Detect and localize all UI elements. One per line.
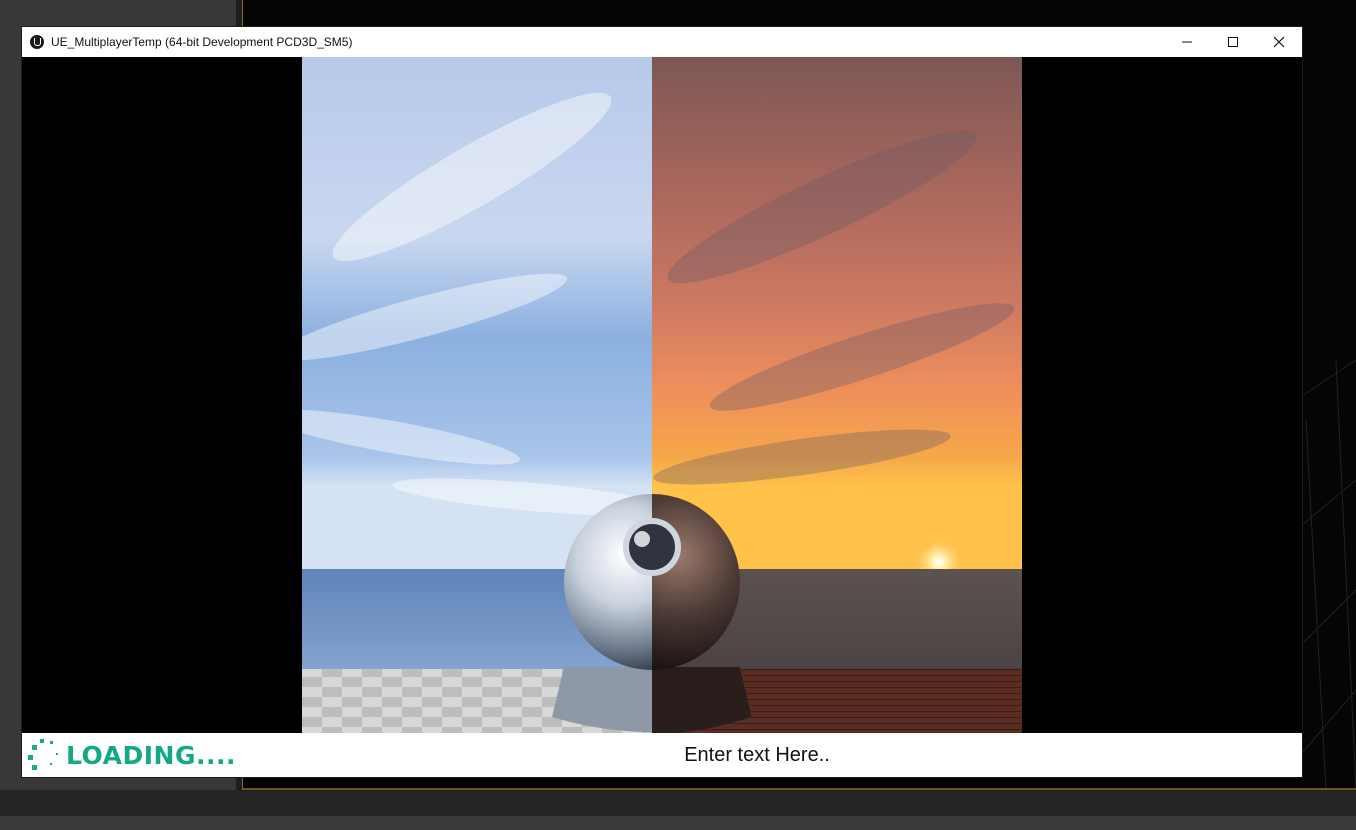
scene-render bbox=[302, 57, 1022, 733]
text-input[interactable] bbox=[482, 733, 1032, 777]
maximize-icon bbox=[1228, 37, 1238, 47]
window-controls bbox=[1164, 27, 1302, 57]
window-title: UE_MultiplayerTemp (64-bit Development P… bbox=[51, 35, 353, 49]
loading-indicator: LOADING.... bbox=[22, 733, 236, 777]
unreal-engine-logo-icon bbox=[30, 35, 44, 49]
maximize-button[interactable] bbox=[1210, 27, 1256, 57]
loading-label: LOADING.... bbox=[66, 740, 236, 770]
window-titlebar[interactable]: UE_MultiplayerTemp (64-bit Development P… bbox=[22, 27, 1302, 57]
editor-bottom-bar bbox=[0, 790, 1356, 816]
close-icon bbox=[1273, 36, 1285, 48]
game-viewport[interactable] bbox=[22, 57, 1302, 733]
close-button[interactable] bbox=[1256, 27, 1302, 57]
game-window[interactable]: UE_MultiplayerTemp (64-bit Development P… bbox=[22, 27, 1302, 777]
viewport-grid bbox=[1296, 360, 1356, 790]
minimize-icon bbox=[1182, 41, 1192, 43]
chrome-sphere bbox=[552, 494, 752, 733]
hud-bar: LOADING.... bbox=[22, 733, 1302, 777]
editor-status-bar bbox=[0, 816, 1356, 830]
loading-spinner-icon bbox=[24, 735, 64, 775]
sky-comparison-render bbox=[302, 57, 1022, 733]
minimize-button[interactable] bbox=[1164, 27, 1210, 57]
